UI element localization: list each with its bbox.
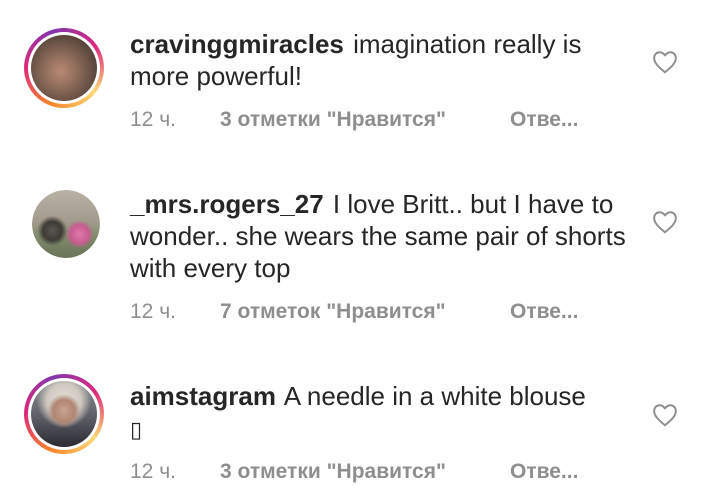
heart-outline-icon[interactable] xyxy=(652,403,678,427)
comment-text: aimstagram A needle in a white blouse ▯ xyxy=(130,380,630,446)
comment-likes-link[interactable]: 3 отметки "Нравится" xyxy=(220,108,510,132)
avatar[interactable] xyxy=(32,190,100,258)
avatar[interactable] xyxy=(24,28,104,108)
avatar-photo xyxy=(31,381,97,447)
avatar-photo xyxy=(32,190,100,258)
comment-emoji: ▯ xyxy=(130,417,143,442)
comment-username[interactable]: _mrs.rogers_27 xyxy=(130,189,324,219)
comment-body: A needle in a white blouse xyxy=(283,381,586,411)
comment-username[interactable]: cravinggmiracles xyxy=(130,29,344,59)
reply-button[interactable]: Отве... xyxy=(510,460,578,483)
heart-outline-icon[interactable] xyxy=(652,50,678,74)
reply-button[interactable]: Отве... xyxy=(510,300,578,323)
comment-username[interactable]: aimstagram xyxy=(130,381,276,411)
avatar[interactable] xyxy=(24,374,104,454)
comment-time: 12 ч. xyxy=(130,300,176,323)
heart-outline-icon[interactable] xyxy=(652,210,678,234)
comment-time: 12 ч. xyxy=(130,108,176,131)
comment-meta: 12 ч. 3 отметки "Нравится" Отве... xyxy=(130,108,578,132)
avatar-photo xyxy=(31,35,97,101)
comment-meta: 12 ч. 7 отметок "Нравится" Отве... xyxy=(130,300,578,324)
reply-button[interactable]: Отве... xyxy=(510,108,578,131)
comment-text: _mrs.rogers_27 I love Britt.. but I have… xyxy=(130,188,630,284)
comment-likes-link[interactable]: 3 отметки "Нравится" xyxy=(220,460,510,484)
comment-time: 12 ч. xyxy=(130,460,176,483)
comment-likes-link[interactable]: 7 отметок "Нравится" xyxy=(220,300,510,324)
comment-meta: 12 ч. 3 отметки "Нравится" Отве... xyxy=(130,460,578,484)
comment-text: cravinggmiracles imagination really is m… xyxy=(130,28,630,92)
